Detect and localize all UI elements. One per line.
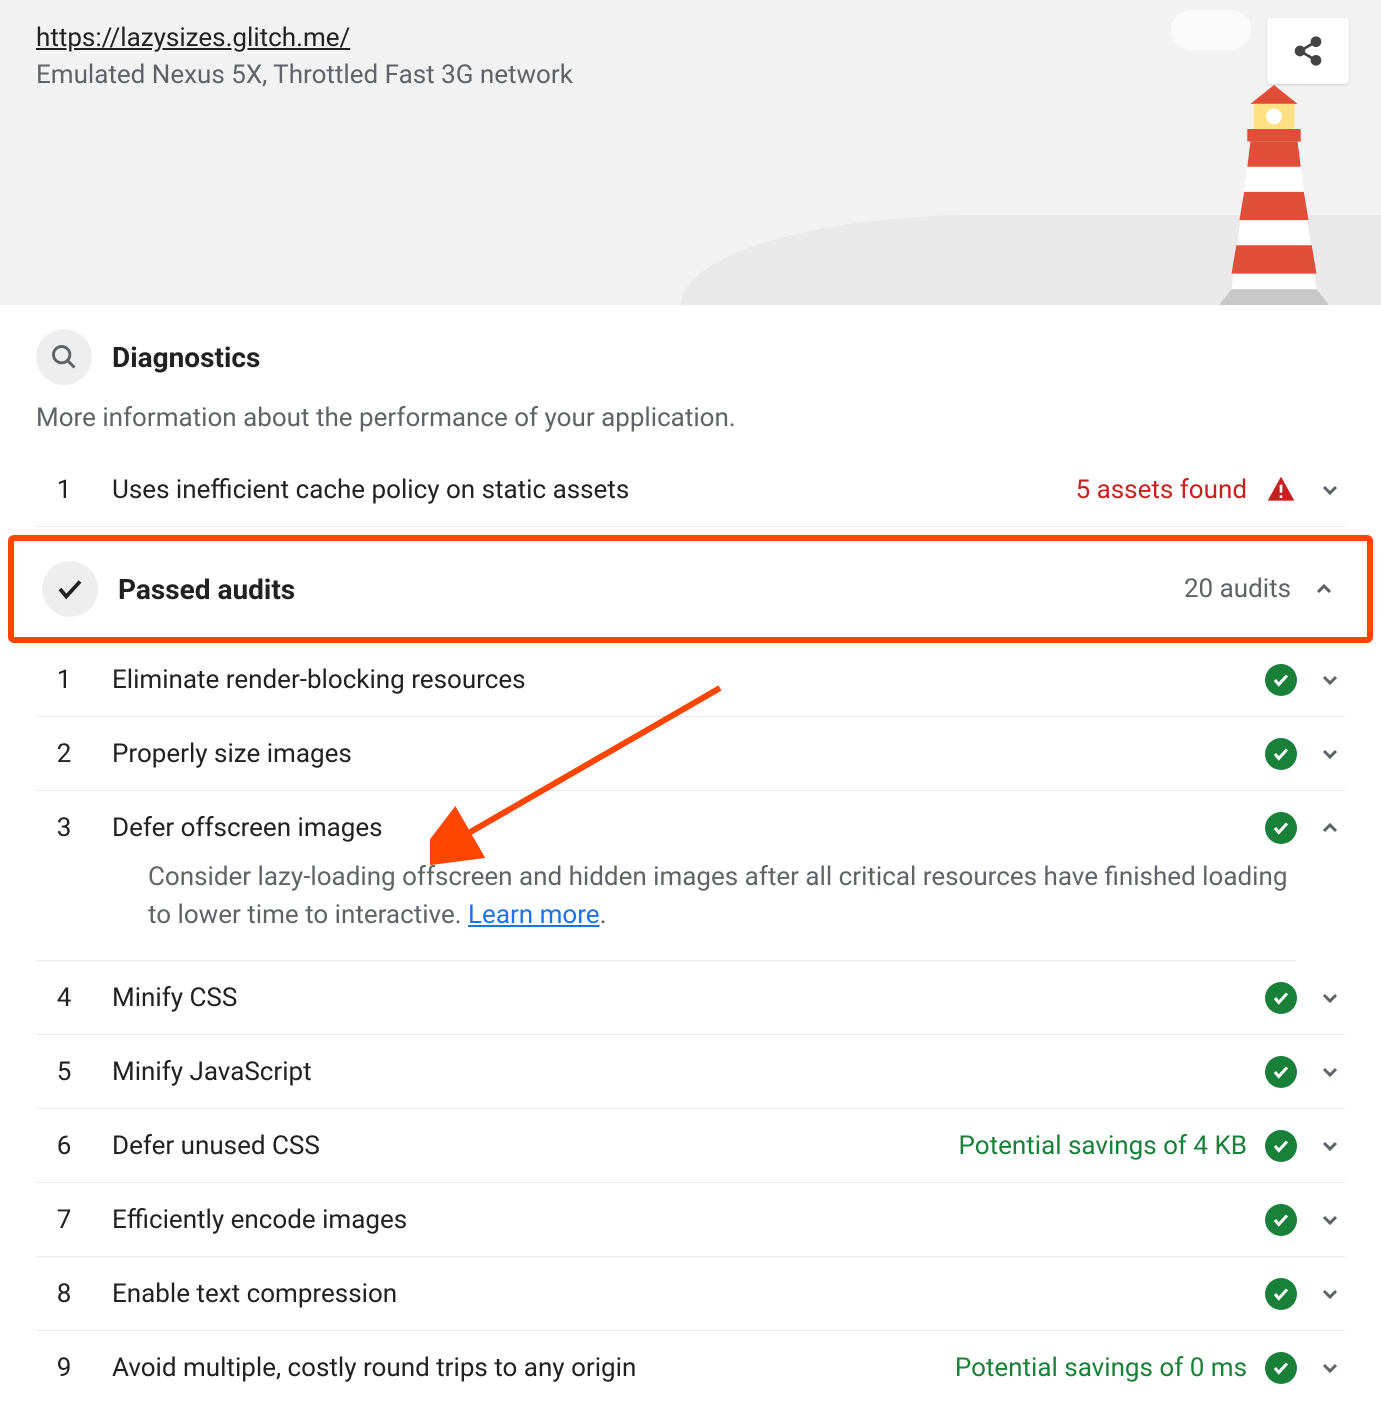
chevron-down-icon	[1315, 475, 1345, 505]
pass-icon	[1265, 1278, 1297, 1310]
diagnostics-header: Diagnostics	[36, 329, 1345, 385]
passed-audit-item[interactable]: 9 Avoid multiple, costly round trips to …	[36, 1331, 1345, 1405]
passed-audits-count: 20 audits	[1184, 574, 1291, 604]
passed-audit-item[interactable]: 7 Efficiently encode images	[36, 1183, 1345, 1257]
audit-title: Uses inefficient cache policy on static …	[92, 475, 1076, 505]
audit-title: Avoid multiple, costly round trips to an…	[92, 1353, 955, 1383]
chevron-up-icon	[1315, 813, 1345, 843]
chevron-down-icon	[1315, 1205, 1345, 1235]
passed-audits-toggle[interactable]: Passed audits 20 audits	[14, 541, 1367, 637]
share-icon	[1292, 35, 1324, 67]
chevron-down-icon	[1315, 1279, 1345, 1309]
diagnostics-section: Diagnostics More information about the p…	[0, 305, 1381, 527]
audit-title: Properly size images	[92, 739, 1265, 769]
audit-number: 3	[36, 813, 92, 843]
audit-number: 2	[36, 739, 92, 769]
passed-audit-item[interactable]: 3 Defer offscreen images	[36, 791, 1345, 865]
passed-audits-title: Passed audits	[98, 573, 1184, 606]
audit-number: 4	[36, 983, 92, 1013]
pass-icon	[1265, 738, 1297, 770]
audit-number: 1	[36, 475, 92, 505]
emulation-info: Emulated Nexus 5X, Throttled Fast 3G net…	[36, 60, 1345, 90]
passed-audit-item[interactable]: 1 Eliminate render-blocking resources	[36, 643, 1345, 717]
pass-icon	[1265, 982, 1297, 1014]
audit-title: Minify JavaScript	[92, 1057, 1265, 1087]
chevron-up-icon	[1309, 574, 1339, 604]
chevron-down-icon	[1315, 983, 1345, 1013]
audit-badge: 5 assets found	[1076, 475, 1247, 505]
pass-icon	[1265, 1352, 1297, 1384]
passed-audits-list: 1 Eliminate render-blocking resources 2 …	[0, 643, 1381, 1405]
chevron-down-icon	[1315, 1057, 1345, 1087]
audit-title: Defer offscreen images	[92, 813, 1265, 843]
audit-title: Enable text compression	[92, 1279, 1265, 1309]
passed-audit-item[interactable]: 6 Defer unused CSS Potential savings of …	[36, 1109, 1345, 1183]
audit-number: 5	[36, 1057, 92, 1087]
search-icon	[36, 329, 92, 385]
pass-icon	[1265, 664, 1297, 696]
audit-number: 8	[36, 1279, 92, 1309]
check-icon	[42, 561, 98, 617]
audit-title: Eliminate render-blocking resources	[92, 665, 1265, 695]
diagnostic-item[interactable]: 1 Uses inefficient cache policy on stati…	[36, 453, 1345, 527]
share-button[interactable]	[1267, 18, 1349, 84]
learn-more-link[interactable]: Learn more	[468, 900, 600, 930]
audit-title: Efficiently encode images	[92, 1205, 1265, 1235]
chevron-down-icon	[1315, 665, 1345, 695]
pass-icon	[1265, 1130, 1297, 1162]
passed-audits-highlight: Passed audits 20 audits	[8, 535, 1373, 643]
audit-detail-text: Consider lazy-loading offscreen and hidd…	[148, 862, 1287, 930]
audit-detail: Consider lazy-loading offscreen and hidd…	[36, 859, 1296, 961]
passed-audit-item[interactable]: 8 Enable text compression	[36, 1257, 1345, 1331]
audit-number: 9	[36, 1353, 92, 1383]
diagnostics-title: Diagnostics	[112, 341, 260, 374]
passed-audit-item[interactable]: 4 Minify CSS	[36, 961, 1345, 1035]
lighthouse-illustration	[1199, 85, 1349, 305]
passed-audit-item[interactable]: 2 Properly size images	[36, 717, 1345, 791]
diagnostics-description: More information about the performance o…	[36, 403, 1345, 433]
chevron-down-icon	[1315, 1131, 1345, 1161]
pass-icon	[1265, 1056, 1297, 1088]
report-header: https://lazysizes.glitch.me/ Emulated Ne…	[0, 0, 1381, 305]
audit-number: 6	[36, 1131, 92, 1161]
passed-audit-item[interactable]: 5 Minify JavaScript	[36, 1035, 1345, 1109]
audit-title: Defer unused CSS	[92, 1131, 959, 1161]
chevron-down-icon	[1315, 739, 1345, 769]
audit-badge: Potential savings of 4 KB	[959, 1131, 1247, 1161]
audit-number: 7	[36, 1205, 92, 1235]
pass-icon	[1265, 812, 1297, 844]
page-url-link[interactable]: https://lazysizes.glitch.me/	[36, 23, 350, 53]
audit-badge: Potential savings of 0 ms	[955, 1353, 1247, 1383]
cloud-decoration	[1171, 10, 1251, 50]
audit-number: 1	[36, 665, 92, 695]
chevron-down-icon	[1315, 1353, 1345, 1383]
audit-title: Minify CSS	[92, 983, 1265, 1013]
pass-icon	[1265, 1204, 1297, 1236]
warning-icon	[1265, 474, 1297, 506]
